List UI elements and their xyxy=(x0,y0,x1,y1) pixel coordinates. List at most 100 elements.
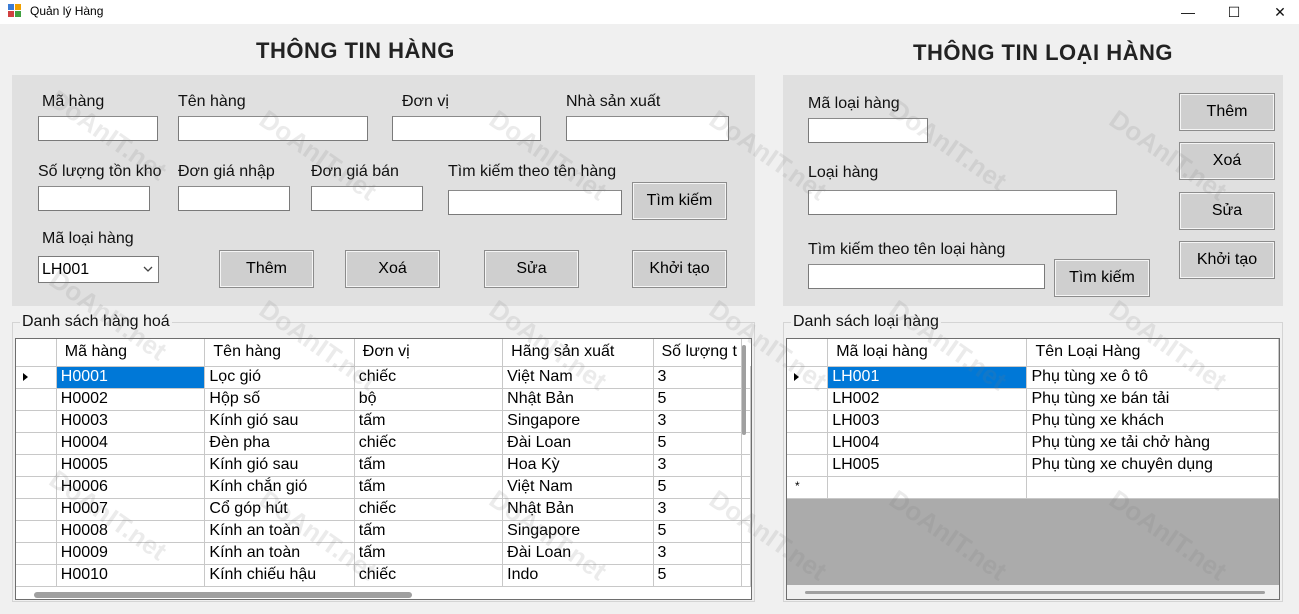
search-category-button[interactable]: Tìm kiếm xyxy=(1054,259,1150,297)
table-row[interactable]: H0003 Kính gió sau tấm Singapore 3 xyxy=(16,410,751,433)
vertical-scrollbar[interactable] xyxy=(742,345,746,435)
close-button[interactable]: ✕ xyxy=(1257,0,1299,24)
row-header[interactable] xyxy=(787,366,829,389)
table-row[interactable]: LH002 Phụ tùng xe bán tải xyxy=(787,388,1279,411)
edit-product-button[interactable]: Sửa xyxy=(484,250,579,288)
ma-loai-hang-input[interactable] xyxy=(808,118,928,143)
table-row[interactable]: H0002 Hộp số bộ Nhật Bản 5 xyxy=(16,388,751,411)
table-cell[interactable]: tấm xyxy=(354,476,504,499)
table-cell[interactable]: Nhật Bản xyxy=(502,498,654,521)
table-cell[interactable]: 5 xyxy=(653,388,742,411)
table-cell[interactable] xyxy=(1026,476,1279,499)
delete-product-button[interactable]: Xoá xyxy=(345,250,440,288)
table-cell[interactable]: 5 xyxy=(653,476,742,499)
table-row[interactable]: H0009 Kính an toàn tấm Đài Loan 3 xyxy=(16,542,751,565)
table-cell[interactable]: Kính chiếu hậu xyxy=(204,564,355,587)
table-cell[interactable]: LH002 xyxy=(827,388,1028,411)
minimize-button[interactable]: — xyxy=(1165,0,1211,24)
don-gia-ban-input[interactable] xyxy=(311,186,423,211)
edit-category-button[interactable]: Sửa xyxy=(1179,192,1275,230)
table-cell[interactable]: Hoa Kỳ xyxy=(502,454,654,477)
table-cell[interactable]: Kính gió sau xyxy=(204,454,355,477)
column-header[interactable]: Đơn vị xyxy=(354,339,504,367)
row-header[interactable] xyxy=(787,432,829,455)
table-row[interactable]: LH001 Phụ tùng xe ô tô xyxy=(787,366,1279,389)
table-cell[interactable]: tấm xyxy=(354,542,504,565)
table-cell[interactable]: Việt Nam xyxy=(502,476,654,499)
table-cell[interactable]: Việt Nam xyxy=(502,366,654,389)
table-cell[interactable]: H0005 xyxy=(56,454,206,477)
row-header[interactable] xyxy=(16,366,57,389)
table-cell[interactable]: H0003 xyxy=(56,410,206,433)
maximize-button[interactable]: ☐ xyxy=(1211,0,1257,24)
table-cell[interactable]: Nhật Bản xyxy=(502,388,654,411)
table-cell[interactable]: Kính gió sau xyxy=(204,410,355,433)
column-header[interactable]: Số lượng t xyxy=(653,339,742,367)
table-cell[interactable]: 5 xyxy=(653,564,742,587)
table-cell[interactable]: Kính an toàn xyxy=(204,520,355,543)
add-product-button[interactable]: Thêm xyxy=(219,250,314,288)
new-row[interactable]: * xyxy=(787,476,1279,499)
table-cell[interactable]: LH004 xyxy=(827,432,1028,455)
add-category-button[interactable]: Thêm xyxy=(1179,93,1275,131)
search-product-input[interactable] xyxy=(448,190,622,215)
row-header[interactable] xyxy=(787,388,829,411)
table-cell[interactable]: 5 xyxy=(653,432,742,455)
column-header[interactable]: Mã loại hàng xyxy=(827,339,1028,367)
table-row[interactable]: H0006 Kính chắn gió tấm Việt Nam 5 xyxy=(16,476,751,499)
loai-hang-input[interactable] xyxy=(808,190,1117,215)
table-cell[interactable]: 5 xyxy=(653,520,742,543)
table-cell[interactable]: 3 xyxy=(653,454,742,477)
product-grid[interactable]: Mã hàng Tên hàng Đơn vị Hãng sản xuất Số… xyxy=(15,338,752,600)
table-cell[interactable]: LH003 xyxy=(827,410,1028,433)
table-cell[interactable]: H0002 xyxy=(56,388,206,411)
don-gia-nhap-input[interactable] xyxy=(178,186,290,211)
row-header[interactable] xyxy=(16,498,57,521)
search-category-input[interactable] xyxy=(808,264,1045,289)
reset-category-button[interactable]: Khởi tạo xyxy=(1179,241,1275,279)
table-cell[interactable]: H0009 xyxy=(56,542,206,565)
row-header[interactable]: * xyxy=(787,476,829,499)
horizontal-scrollbar[interactable] xyxy=(34,592,412,598)
don-vi-input[interactable] xyxy=(392,116,541,141)
table-cell[interactable]: chiếc xyxy=(354,366,504,389)
table-cell[interactable]: Phụ tùng xe ô tô xyxy=(1026,366,1279,389)
delete-category-button[interactable]: Xoá xyxy=(1179,142,1275,180)
table-cell[interactable]: LH001 xyxy=(827,366,1028,389)
table-cell[interactable]: Phụ tùng xe tải chở hàng xyxy=(1026,432,1279,455)
table-cell[interactable]: Phụ tùng xe chuyên dụng xyxy=(1026,454,1279,477)
table-row[interactable]: H0001 Lọc gió chiếc Việt Nam 3 xyxy=(16,366,751,389)
table-cell[interactable]: 3 xyxy=(653,410,742,433)
reset-product-button[interactable]: Khởi tạo xyxy=(632,250,727,288)
row-header[interactable] xyxy=(787,454,829,477)
table-cell[interactable]: tấm xyxy=(354,454,504,477)
column-header[interactable]: Hãng sản xuất xyxy=(502,339,654,367)
table-cell[interactable]: H0001 xyxy=(56,366,206,389)
table-row[interactable]: H0010 Kính chiếu hậu chiếc Indo 5 xyxy=(16,564,751,587)
table-cell[interactable]: H0007 xyxy=(56,498,206,521)
table-cell[interactable]: Đèn pha xyxy=(204,432,355,455)
search-product-button[interactable]: Tìm kiếm xyxy=(632,182,727,220)
row-header[interactable] xyxy=(16,388,57,411)
table-cell[interactable]: chiếc xyxy=(354,498,504,521)
table-cell[interactable]: Hộp số xyxy=(204,388,355,411)
horizontal-scrollbar[interactable] xyxy=(805,591,1265,594)
table-cell[interactable]: H0004 xyxy=(56,432,206,455)
row-header[interactable] xyxy=(16,410,57,433)
table-cell[interactable]: H0010 xyxy=(56,564,206,587)
table-cell[interactable]: Cổ góp hút xyxy=(204,498,355,521)
column-header[interactable]: Tên hàng xyxy=(204,339,355,367)
ma-loai-hang-select[interactable]: LH001 xyxy=(38,256,159,283)
table-cell[interactable]: tấm xyxy=(354,520,504,543)
ma-hang-input[interactable] xyxy=(38,116,158,141)
table-cell[interactable]: LH005 xyxy=(827,454,1028,477)
table-cell[interactable]: Singapore xyxy=(502,520,654,543)
row-header[interactable] xyxy=(16,476,57,499)
table-cell[interactable]: Kính an toàn xyxy=(204,542,355,565)
table-cell[interactable]: tấm xyxy=(354,410,504,433)
table-cell[interactable]: 3 xyxy=(653,542,742,565)
row-header[interactable] xyxy=(787,410,829,433)
table-cell[interactable]: Kính chắn gió xyxy=(204,476,355,499)
column-header[interactable]: Tên Loại Hàng xyxy=(1026,339,1279,367)
table-row[interactable]: H0008 Kính an toàn tấm Singapore 5 xyxy=(16,520,751,543)
